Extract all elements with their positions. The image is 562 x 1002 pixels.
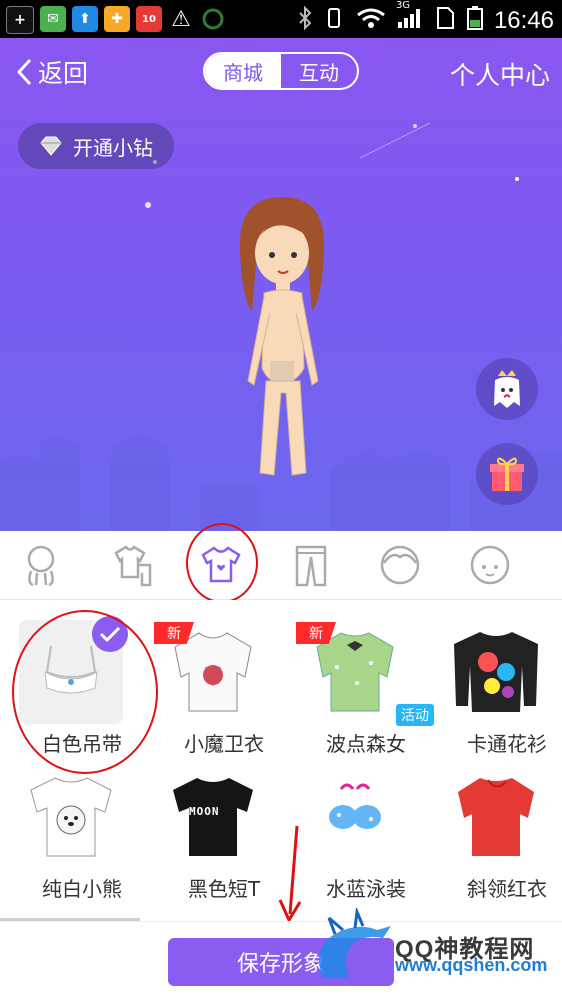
item-blue-swimsuit[interactable]: 水蓝泳装 xyxy=(296,745,426,901)
back-label: 返回 xyxy=(38,59,89,88)
avatar-stage: 返回 商城 互动 个人中心 开通小钻 xyxy=(0,38,562,531)
mail-icon: ✉ xyxy=(40,6,66,32)
vip-label: 开通小钻 xyxy=(73,135,153,160)
mode-switch: 商城 互动 xyxy=(203,52,359,90)
annotation-circle xyxy=(186,523,258,603)
tab-mall[interactable]: 商城 xyxy=(205,54,281,88)
plus-icon: + xyxy=(6,6,34,34)
upload-icon: ⬆ xyxy=(72,6,98,32)
bear-tee-image xyxy=(30,777,112,857)
battery-icon xyxy=(466,5,484,37)
tab-pants[interactable] xyxy=(276,531,346,599)
tee-print-text: MOON xyxy=(189,805,220,818)
item-label: 水蓝泳装 xyxy=(326,877,406,901)
item-little-devil-hoodie[interactable]: 新 小魔卫衣 xyxy=(154,600,284,756)
dragon-logo-icon xyxy=(319,908,391,978)
notification-icons: + ✉ ⬆ ✚ 10 ⚠ xyxy=(6,6,226,34)
item-black-tee[interactable]: MOON 黑色短T xyxy=(154,745,284,901)
category-tabs xyxy=(0,523,562,603)
item-thumb xyxy=(19,765,123,869)
outfit-icon xyxy=(114,545,152,587)
item-polka-dot-top[interactable]: 新 活动 波点森女 xyxy=(296,600,434,756)
watermark-url: www.qqshen.com xyxy=(395,955,548,975)
pants-icon xyxy=(295,545,327,587)
status-right: 3G 16:46 xyxy=(298,0,554,37)
activity-tag: 活动 xyxy=(396,704,434,726)
item-thumb xyxy=(303,765,407,869)
diamond-icon xyxy=(40,136,62,156)
game-icon: ✚ xyxy=(104,6,130,32)
bottom-bar: 保存形象 QQ神教程网 www.qqshen.com xyxy=(0,908,562,1002)
item-cartoon-shirt[interactable]: 卡通花衫 xyxy=(437,600,562,756)
tab-outfit[interactable] xyxy=(97,531,167,599)
red-top-image xyxy=(458,778,534,856)
ghost-crown-button[interactable] xyxy=(476,358,538,420)
tab-hair[interactable] xyxy=(365,531,435,599)
signal-icon: 3G xyxy=(396,0,424,36)
vip-button[interactable]: 开通小钻 xyxy=(18,123,174,169)
app-badge-icon: 10 xyxy=(136,6,162,32)
vibrate-icon xyxy=(322,6,346,36)
hair-icon xyxy=(380,545,420,585)
top-nav: 返回 商城 互动 个人中心 xyxy=(0,38,562,108)
status-bar: + ✉ ⬆ ✚ 10 ⚠ 3G 16:46 xyxy=(0,0,562,38)
warning-icon: ⚠ xyxy=(171,6,191,32)
item-label: 斜领红衣 xyxy=(467,877,547,901)
annotation-arrow xyxy=(278,825,302,924)
item-thumb xyxy=(444,620,548,724)
sim-icon xyxy=(434,6,456,36)
ghost-crown-icon xyxy=(494,370,520,408)
item-label: 纯白小熊 xyxy=(42,877,122,901)
item-grid: 白色吊带 新 小魔卫衣 新 活动 波点森女 卡通花衫 纯白小熊 MOON 黑色短… xyxy=(0,600,562,924)
avatar-figure xyxy=(240,197,324,476)
bluetooth-icon xyxy=(298,5,312,36)
gift-button[interactable] xyxy=(476,443,538,505)
back-button[interactable]: 返回 xyxy=(14,54,88,90)
tab-figure[interactable] xyxy=(6,531,76,599)
annotation-circle xyxy=(12,610,158,774)
item-thumb: MOON xyxy=(161,765,265,869)
swimsuit-image xyxy=(329,783,381,829)
wifi-icon xyxy=(356,6,386,36)
user-center-link[interactable]: 个人中心 xyxy=(450,56,550,92)
gift-icon xyxy=(490,457,524,491)
tab-face[interactable] xyxy=(455,531,525,599)
item-red-qipao-top[interactable]: 斜领红衣 xyxy=(437,745,562,901)
ring-icon xyxy=(200,6,226,32)
cartoon-shirt-image xyxy=(454,632,538,712)
clock: 16:46 xyxy=(493,7,554,34)
chevron-left-icon xyxy=(16,58,32,86)
item-thumb xyxy=(444,765,548,869)
figure-icon xyxy=(27,545,55,587)
tab-interact[interactable]: 互动 xyxy=(281,54,357,88)
face-icon xyxy=(470,545,510,585)
